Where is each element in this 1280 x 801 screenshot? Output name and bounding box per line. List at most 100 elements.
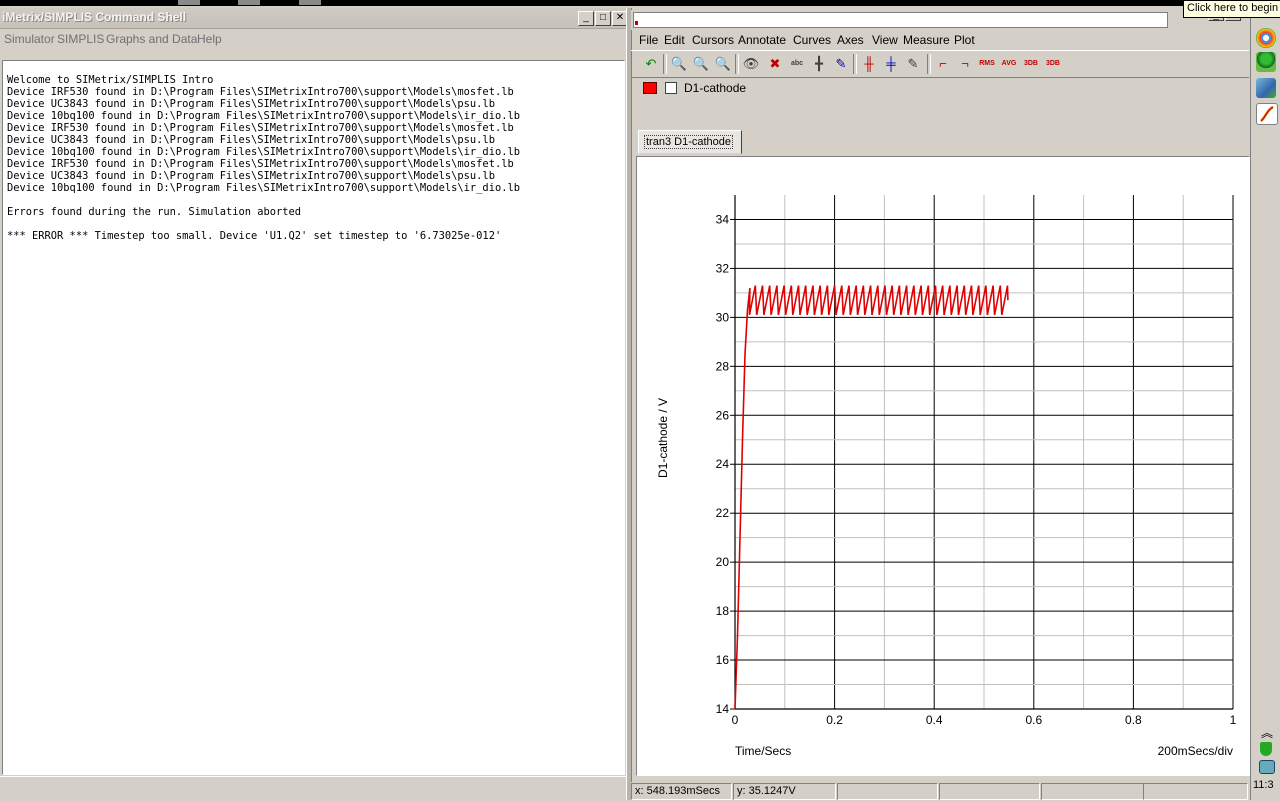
y-axis-label: D1-cathode / V [656,398,670,478]
menu-axes[interactable]: Axes [837,33,864,47]
console-line: Device 10bq100 found in D:\Program Files… [7,146,520,158]
3db-high-icon[interactable]: 3DB [1043,54,1063,74]
avg-icon[interactable]: AVG [999,54,1019,74]
console-line: Device IRF530 found in D:\Program Files\… [7,122,514,134]
console-line: Device IRF530 found in D:\Program Files\… [7,86,514,98]
menu-plot[interactable]: Plot [954,33,975,47]
y-tick-label: 24 [716,457,730,471]
status-cell [837,783,938,800]
legend-select-checkbox[interactable] [665,82,677,94]
plot-area[interactable]: 14 16 18 20 22 24 26 28 30 32 34 0 0.2 0.4 0.6 0.8 1 D1-c… [636,156,1250,776]
console-line: Device UC3843 found in D:\Program Files\… [7,98,495,110]
legend-area: D1-cathode [631,77,1249,122]
3db-icon[interactable]: 3DB [1021,54,1041,74]
menu-annotate[interactable]: Annotate [738,33,786,47]
clock[interactable]: 11:3 [1253,779,1274,791]
top-taskbar-strip [0,0,1280,6]
taskbar-chip [299,0,321,5]
console-line: Device IRF530 found in D:\Program Files\… [7,158,514,170]
command-shell-console[interactable]: Welcome to SIMetrix/SIMPLIS Intro Device … [2,60,625,775]
zoom-in-icon[interactable]: 🔍 [691,54,711,74]
waveform-chart[interactable]: 14 16 18 20 22 24 26 28 30 32 34 0 0.2 0.4 0.6 0.8 1 D1-c… [637,157,1249,775]
x-tick-label: 0.2 [826,713,843,727]
label-icon[interactable]: abc [787,54,807,74]
maximize-button[interactable]: □ [595,11,611,26]
console-line: Device 10bq100 found in D:\Program Files… [7,182,520,194]
y-tick-label: 30 [716,310,730,324]
legend-color-swatch[interactable] [643,82,657,94]
minimize-button[interactable]: _ [578,11,594,26]
fall-edge-icon[interactable]: ¬ [955,54,975,74]
console-line: *** ERROR *** Timestep too small. Device… [7,230,502,242]
view-icon[interactable]: 👁 [741,54,761,74]
graph-menubar: File Edit Cursors Annotate Curves Axes V… [631,30,1249,50]
menu-simulator[interactable]: Simulator [4,32,55,46]
menu-simplis[interactable]: SIMPLIS [57,32,104,46]
status-cell [939,783,1040,800]
status-cell [1041,783,1144,800]
graph-toolbar: ↶ 🔍 🔍 🔍 👁 ✖ abc ╋ ✎ ╫ ╪ ✎ ⌐ ¬ RMS AVG 3DB 3DB [631,50,1249,78]
y-tick-label: 14 [716,702,730,716]
curve-edit-icon[interactable]: ✎ [831,54,851,74]
cursor-vertical-icon[interactable]: ╫ [859,54,879,74]
quick-launch-strip: ︽ 11:3 [1250,0,1280,800]
measure-icon[interactable]: ✎ [903,54,923,74]
x-scale-label: 200mSecs/div [1158,744,1233,758]
start-tooltip[interactable]: Click here to begin [1183,0,1280,18]
status-x-readout: x: 548.193mSecs [631,783,732,800]
rise-edge-icon[interactable]: ⌐ [933,54,953,74]
y-tick-label: 20 [716,555,730,569]
y-tick-label: 22 [716,506,730,520]
taskbar-chip [178,0,200,5]
y-tick-label: 26 [716,408,730,422]
chrome-icon[interactable] [1256,28,1276,48]
series-line-d1-cathode [734,285,1009,710]
y-tick-label: 18 [716,604,730,618]
chevron-up-icon[interactable]: ︽ [1261,724,1273,741]
window-splitter[interactable] [626,8,632,800]
tree-icon[interactable] [1256,52,1276,72]
simetrix-icon[interactable] [1256,103,1278,125]
network-icon[interactable] [1259,760,1275,774]
command-shell-menubar: Simulator SIMPLIS Graphs and Data Help [0,29,628,49]
add-axis-icon[interactable]: ╋ [809,54,829,74]
menu-edit[interactable]: Edit [664,33,685,47]
x-tick-label: 0.6 [1025,713,1042,727]
status-y-readout: y: 35.1247V [733,783,836,800]
menu-view[interactable]: View [872,33,898,47]
zoom-out-icon[interactable]: 🔍 [713,54,733,74]
x-tick-label: 0.8 [1125,713,1142,727]
toolbar-separator [927,54,931,74]
menu-cursors[interactable]: Cursors [692,33,734,47]
y-tick-label: 28 [716,359,730,373]
toolbar-separator [663,54,667,74]
console-line: Errors found during the run. Simulation … [7,206,302,218]
undo-icon[interactable]: ↶ [641,54,661,74]
toolbar-separator [735,54,739,74]
tab-tran3-d1-cathode[interactable]: tran3 D1-cathode [638,130,742,154]
zoom-fit-icon[interactable]: 🔍 [669,54,689,74]
taskbar-chip [238,0,260,5]
rms-icon[interactable]: RMS [977,54,997,74]
menu-help[interactable]: Help [197,32,222,46]
menu-measure[interactable]: Measure [903,33,950,47]
shield-icon[interactable] [1260,742,1272,756]
toolbar-separator [853,54,857,74]
picture-icon[interactable] [1256,78,1276,98]
x-tick-label: 0.4 [926,713,943,727]
delete-curve-icon[interactable]: ✖ [765,54,785,74]
menu-curves[interactable]: Curves [793,33,831,47]
console-line: Device 10bq100 found in D:\Program Files… [7,110,520,122]
command-shell-titlebar[interactable]: iMetrix/SIMPLIS Command Shell _ □ ✕ [0,8,628,29]
graph-window-titlebar[interactable]: _ □ [631,10,1249,30]
menu-graphs-and-data[interactable]: Graphs and Data [106,32,197,46]
graph-statusbar: x: 548.193mSecs y: 35.1247V [631,782,1249,800]
cursor-horizontal-icon[interactable]: ╪ [881,54,901,74]
console-line: Device UC3843 found in D:\Program Files\… [7,134,495,146]
menu-file[interactable]: File [639,33,658,47]
x-axis-label: Time/Secs [735,744,791,758]
x-tick-label: 1 [1230,713,1237,727]
command-shell-title: iMetrix/SIMPLIS Command Shell [2,10,187,24]
